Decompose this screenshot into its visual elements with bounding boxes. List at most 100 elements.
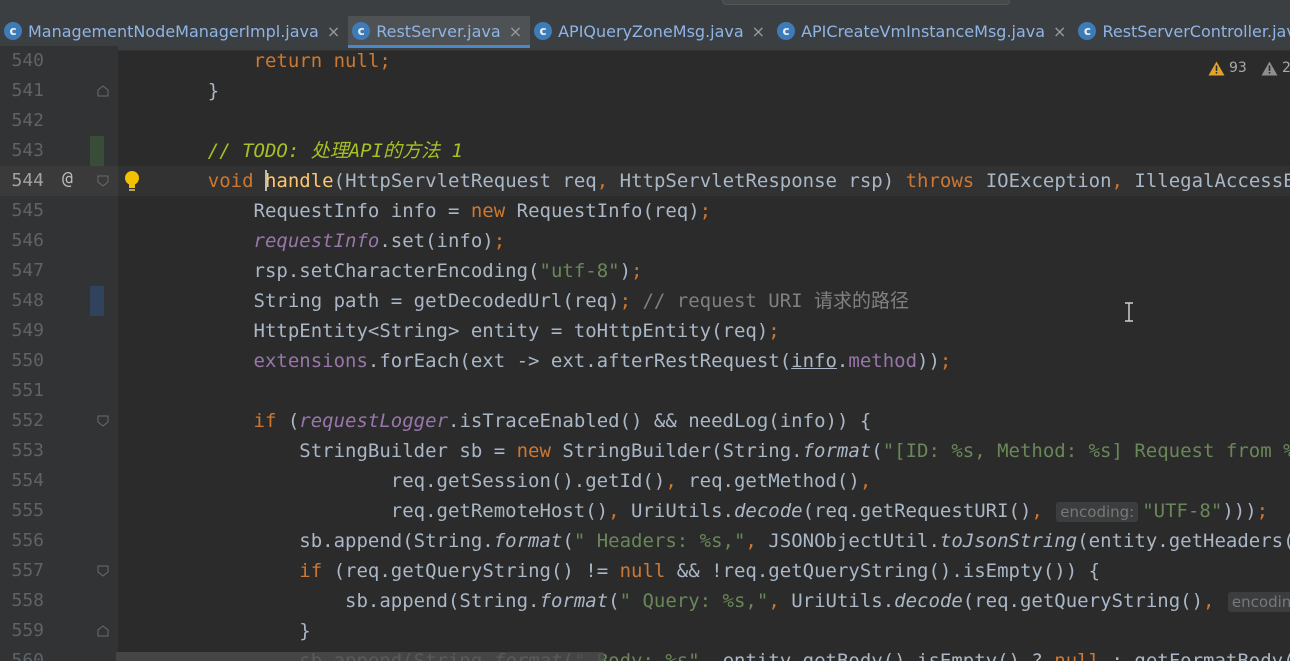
code-token: null [619, 560, 666, 582]
gutter-cell: 544 @ [0, 166, 118, 196]
parameter-hint: encoding: [1056, 502, 1139, 522]
gutter-cell: 542 [0, 106, 118, 136]
code-token: ; [699, 200, 712, 222]
close-tab-icon[interactable]: × [752, 22, 765, 41]
warnings-count: 93 [1229, 60, 1247, 76]
close-tab-icon[interactable]: × [509, 22, 522, 41]
code-line[interactable]: 544 @ void handle(HttpServletRequest req,… [0, 166, 1290, 196]
code-token: RequestInfo(req) [505, 200, 700, 222]
tab-list: c ManagementNodeManagerImpl.java × c RestSer… [0, 16, 1290, 48]
code-token: ; [939, 350, 952, 372]
code-line[interactable]: 553 StringBuilder sb = new StringBuilder… [0, 436, 1290, 466]
line-number: 560 [11, 650, 44, 661]
code-token: String path = getDecodedUrl(req) [162, 290, 620, 312]
code-token: format [493, 530, 563, 552]
editor-tab[interactable]: c APIQueryZoneMsg.java × [530, 16, 773, 46]
code-token: (req.getRequestURI() [802, 500, 1032, 522]
editor-tab-bar: c ManagementNodeManagerImpl.java × c RestSer… [0, 0, 1290, 51]
code-token: , [1111, 170, 1123, 192]
fold-icon[interactable] [97, 175, 109, 187]
vcs-modified-marker[interactable] [90, 286, 104, 316]
editor-tab[interactable]: c ManagementNodeManagerImpl.java × [0, 16, 348, 46]
code-text: } [162, 620, 311, 642]
code-line[interactable]: 547 rsp.setCharacterEncoding("utf-8"); [0, 256, 1290, 286]
code-line[interactable]: 543 // TODO: 处理API的方法 1 [0, 136, 1290, 166]
code-text: sb.append(String.format(" Headers: %s,",… [162, 530, 1290, 552]
fold-icon[interactable] [97, 625, 109, 637]
weak-warnings-indicator[interactable]: 2 [1261, 60, 1290, 76]
editor-tab[interactable]: c APICreateVmInstanceMsg.java × [773, 16, 1074, 46]
code-token: , [1203, 590, 1215, 612]
line-number: 541 [11, 80, 44, 101]
close-tab-icon[interactable]: × [327, 22, 340, 41]
code-token: (HttpServletRequest req [333, 170, 597, 192]
code-line[interactable]: 554 req.getSession().getId(), req.getMet… [0, 466, 1290, 496]
code-line[interactable]: 549 HttpEntity<String> entity = toHttpEn… [0, 316, 1290, 346]
java-class-icon: c [1078, 22, 1097, 40]
gutter-cell: 553 [0, 436, 118, 466]
code-line[interactable]: 545 RequestInfo info = new RequestInfo(r… [0, 196, 1290, 226]
editor-tab[interactable]: c RestServer.java × [348, 16, 531, 48]
code-text: if (requestLogger.isTraceEnabled() && ne… [162, 410, 872, 432]
code-token: (req.getQueryString() [962, 590, 1204, 612]
lightbulb-icon[interactable] [122, 169, 142, 193]
code-line[interactable]: 540 return null; [0, 46, 1290, 76]
code-token: ( [871, 440, 883, 462]
code-editor[interactable]: 540 return null; 541 } 542 543 // TODO: 处理A… [0, 46, 1290, 661]
fold-icon[interactable] [97, 415, 109, 427]
fold-icon[interactable] [97, 565, 109, 577]
gutter-cell: 549 [0, 316, 118, 346]
line-number: 554 [11, 470, 44, 491]
code-line[interactable]: 555 req.getRemoteHost(), UriUtils.decode… [0, 496, 1290, 526]
vcs-added-marker[interactable] [90, 136, 104, 166]
code-token: } [162, 80, 220, 102]
code-token: // TODO: 处理API的方法 1 [207, 140, 463, 162]
code-line[interactable]: 541 } [0, 76, 1290, 106]
code-line[interactable]: 542 [0, 106, 1290, 136]
close-tab-icon[interactable]: × [1053, 22, 1066, 41]
code-line[interactable]: 546 requestInfo.set(info); [0, 226, 1290, 256]
code-line[interactable]: 558 sb.append(String.format(" Query: %s,… [0, 586, 1290, 616]
code-token: req.getRemoteHost() [162, 500, 609, 522]
code-line[interactable]: 556 sb.append(String.format(" Headers: %… [0, 526, 1290, 556]
code-text: // TODO: 处理API的方法 1 [162, 140, 463, 162]
code-line[interactable]: 548 String path = getDecodedUrl(req); //… [0, 286, 1290, 316]
code-token: "UTF-8" [1142, 500, 1223, 522]
fold-icon[interactable] [97, 85, 109, 97]
override-icon[interactable]: @ [62, 168, 73, 189]
code-token: info [791, 350, 837, 372]
code-token: return [253, 50, 323, 72]
code-token: ; [493, 230, 506, 252]
code-token: StringBuilder sb = [162, 440, 517, 462]
gutter-cell: 556 [0, 526, 118, 556]
code-token: )) [917, 350, 940, 372]
horizontal-scrollbar[interactable] [116, 652, 604, 661]
code-token: , [859, 470, 872, 492]
code-token: } [162, 620, 311, 642]
tab-label: APICreateVmInstanceMsg.java [801, 21, 1046, 41]
gutter-cell: 558 [0, 586, 118, 616]
gutter-cell: 550 [0, 346, 118, 376]
code-token: , [608, 500, 620, 522]
code-token: .forEach(ext -> ext.afterRestRequest( [367, 350, 792, 372]
code-token: handle [264, 170, 334, 192]
code-line[interactable]: 550 extensions.forEach(ext -> ext.afterR… [0, 346, 1290, 376]
code-token: HttpEntity<String> entity = toHttpEntity… [162, 320, 769, 342]
code-line[interactable]: 557 if (req.getQueryString() != null && … [0, 556, 1290, 586]
warnings-indicator[interactable]: 93 [1208, 60, 1247, 76]
code-token: , [768, 590, 792, 612]
editor-tab[interactable]: c RestServerController.java [1074, 16, 1290, 46]
text-cursor-icon [1125, 302, 1133, 322]
code-line[interactable]: 559 } [0, 616, 1290, 646]
code-line[interactable]: 552 if (requestLogger.isTraceEnabled() &… [0, 406, 1290, 436]
code-token: decode [894, 590, 963, 612]
code-line[interactable]: 551 [0, 376, 1290, 406]
code-token: rsp.setCharacterEncoding( [162, 260, 540, 282]
code-token: ; [631, 260, 643, 282]
